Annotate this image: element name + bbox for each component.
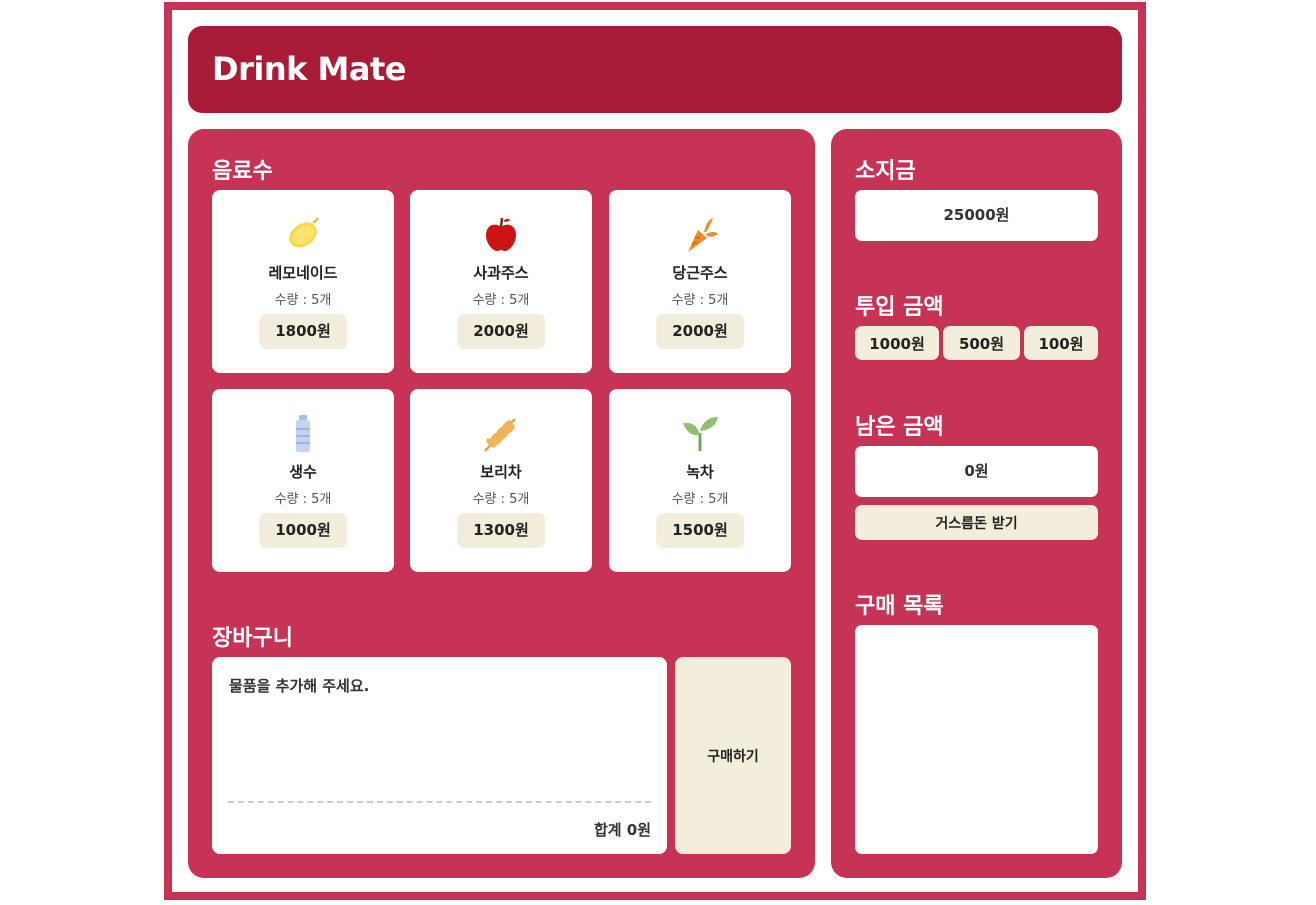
app-header: Drink Mate: [188, 26, 1122, 113]
purchase-list: [855, 625, 1098, 854]
drink-card-green-tea[interactable]: 녹차 수량 : 5개 1500원: [609, 389, 791, 572]
insert-100-button[interactable]: 100원: [1024, 326, 1098, 360]
drink-price: 1000원: [259, 513, 347, 548]
drink-card-water[interactable]: 생수 수량 : 5개 1000원: [212, 389, 394, 572]
wallet-title: 소지금: [855, 159, 916, 184]
lemon-icon: [289, 217, 319, 248]
cart-empty-message: 물품을 추가해 주세요.: [229, 677, 370, 695]
drink-qty: 수량 : 5개: [671, 293, 729, 308]
buy-button[interactable]: 구매하기: [675, 657, 791, 854]
app-title: Drink Mate: [212, 50, 406, 88]
water-bottle-icon: [296, 415, 310, 452]
drink-price: 2000원: [457, 314, 545, 349]
cart-list: 물품을 추가해 주세요. 합계 0원: [212, 657, 667, 854]
drink-price: 1800원: [259, 314, 347, 349]
drink-qty: 수량 : 5개: [472, 492, 530, 507]
drink-price: 1500원: [656, 513, 744, 548]
insert-1000-button[interactable]: 1000원: [855, 326, 939, 360]
insert-title: 투입 금액: [855, 295, 944, 320]
cart-title: 장바구니: [212, 626, 293, 651]
drink-card-apple-juice[interactable]: 사과주스 수량 : 5개 2000원: [410, 190, 592, 373]
drink-card-carrot-juice[interactable]: 당근주스 수량 : 5개 2000원: [609, 190, 791, 373]
drink-price: 2000원: [656, 314, 744, 349]
drink-qty: 수량 : 5개: [274, 492, 332, 507]
purchases-title: 구매 목록: [855, 594, 944, 619]
wallet-amount: 25000원: [855, 190, 1098, 241]
drink-name: 사과주스: [473, 264, 529, 282]
drink-qty: 수량 : 5개: [472, 293, 530, 308]
remaining-amount: 0원: [855, 446, 1098, 497]
sprout-icon: [683, 417, 718, 451]
drink-name: 생수: [289, 463, 317, 481]
drink-name: 보리차: [480, 463, 522, 481]
get-change-button[interactable]: 거스름돈 받기: [855, 505, 1098, 540]
drink-qty: 수량 : 5개: [671, 492, 729, 507]
drink-qty: 수량 : 5개: [274, 293, 332, 308]
carrot-icon: [688, 218, 718, 252]
barley-icon: [484, 418, 516, 452]
insert-500-button[interactable]: 500원: [943, 326, 1020, 360]
drink-name: 녹차: [686, 463, 714, 481]
drink-card-barley-tea[interactable]: 보리차 수량 : 5개 1300원: [410, 389, 592, 572]
drink-price: 1300원: [457, 513, 545, 548]
apple-icon: [486, 217, 516, 251]
drink-card-lemonade[interactable]: 레모네이드 수량 : 5개 1800원: [212, 190, 394, 373]
cart-divider: [228, 801, 651, 803]
drink-name: 당근주스: [672, 264, 728, 282]
remaining-title: 남은 금액: [855, 415, 944, 440]
drinks-title: 음료수: [212, 159, 273, 184]
cart-total: 합계 0원: [593, 821, 651, 839]
drink-name: 레모네이드: [268, 264, 338, 282]
